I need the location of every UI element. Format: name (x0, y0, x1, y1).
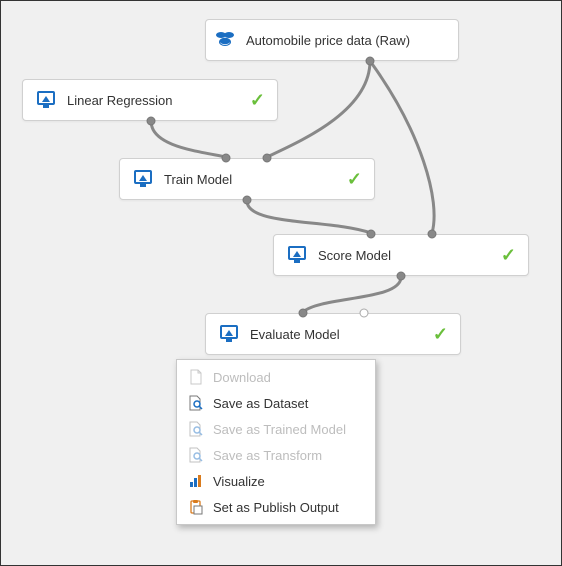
menu-item-label: Save as Dataset (213, 396, 308, 411)
magnifier-page-icon (187, 446, 205, 464)
node-label: Score Model (318, 248, 489, 263)
menu-item-label: Download (213, 370, 271, 385)
node-train-model[interactable]: Train Model ✓ (119, 158, 375, 200)
node-evaluate-model[interactable]: Evaluate Model ✓ (205, 313, 461, 355)
bar-chart-icon (187, 472, 205, 490)
context-menu: Download Save as Dataset Save as Tra (176, 359, 376, 525)
node-label: Automobile price data (Raw) (246, 33, 446, 48)
menu-item-visualize[interactable]: Visualize (177, 468, 375, 494)
workflow-canvas[interactable]: Automobile price data (Raw) Linear Regre… (0, 0, 562, 566)
module-icon (286, 245, 308, 265)
module-icon (132, 169, 154, 189)
input-port[interactable] (428, 230, 437, 239)
status-check-icon: ✓ (250, 90, 265, 111)
output-port[interactable] (397, 272, 406, 281)
input-port[interactable] (222, 154, 231, 163)
input-port-open[interactable] (360, 309, 369, 318)
dataset-icon (214, 30, 236, 50)
menu-item-set-publish-output[interactable]: Set as Publish Output (177, 494, 375, 520)
menu-item-download: Download (177, 364, 375, 390)
node-label: Linear Regression (67, 93, 238, 108)
menu-item-label: Visualize (213, 474, 265, 489)
menu-item-save-dataset[interactable]: Save as Dataset (177, 390, 375, 416)
input-port[interactable] (299, 309, 308, 318)
module-icon (218, 324, 240, 344)
input-port[interactable] (367, 230, 376, 239)
node-label: Train Model (164, 172, 335, 187)
input-port[interactable] (263, 154, 272, 163)
node-automobile-data[interactable]: Automobile price data (Raw) (205, 19, 459, 61)
node-score-model[interactable]: Score Model ✓ (273, 234, 529, 276)
output-port[interactable] (243, 196, 252, 205)
menu-item-save-trained-model: Save as Trained Model (177, 416, 375, 442)
status-check-icon: ✓ (433, 324, 448, 345)
magnifier-page-icon (187, 420, 205, 438)
magnifier-page-icon (187, 394, 205, 412)
menu-item-label: Set as Publish Output (213, 500, 339, 515)
page-icon (187, 368, 205, 386)
status-check-icon: ✓ (347, 169, 362, 190)
menu-item-label: Save as Trained Model (213, 422, 346, 437)
node-label: Evaluate Model (250, 327, 421, 342)
menu-item-label: Save as Transform (213, 448, 322, 463)
output-port[interactable] (366, 57, 375, 66)
menu-item-save-transform: Save as Transform (177, 442, 375, 468)
output-port[interactable] (147, 117, 156, 126)
module-icon (35, 90, 57, 110)
clipboard-icon (187, 498, 205, 516)
node-linear-regression[interactable]: Linear Regression ✓ (22, 79, 278, 121)
status-check-icon: ✓ (501, 245, 516, 266)
